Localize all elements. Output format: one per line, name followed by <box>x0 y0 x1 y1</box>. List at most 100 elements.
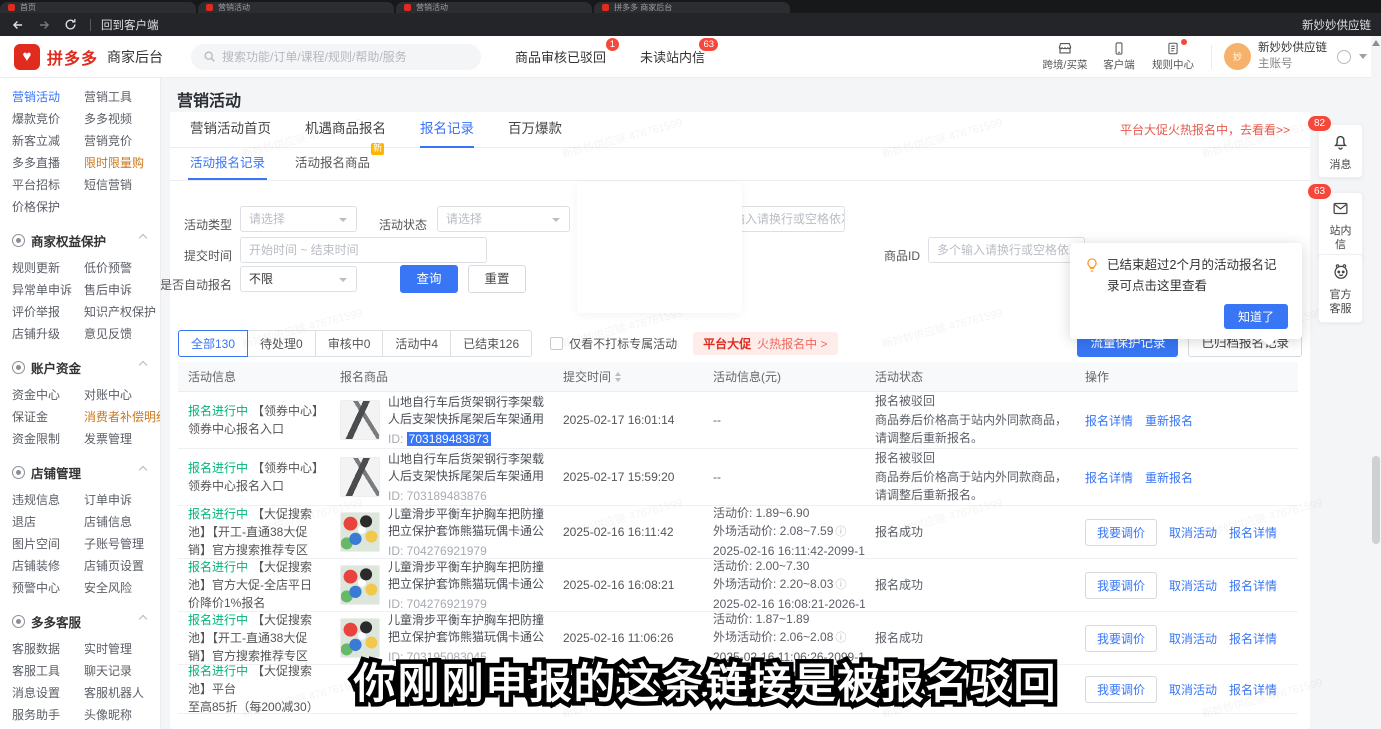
sidebar-item-异常单申诉[interactable]: 异常单申诉 <box>12 279 84 301</box>
product-thumbnail[interactable] <box>340 565 380 605</box>
info-icon[interactable]: ⓘ <box>835 579 846 591</box>
info-icon[interactable]: ⓘ <box>835 632 846 644</box>
activity-status-select[interactable]: 请选择 <box>437 206 570 232</box>
sidebar-item-营销工具[interactable]: 营销工具 <box>84 86 160 108</box>
chevron-up-icon[interactable] <box>139 234 147 242</box>
browser-tab[interactable]: 营销活动 <box>198 2 394 13</box>
sidebar-item-规则更新[interactable]: 规则更新 <box>12 257 84 279</box>
sidebar-item-安全风险[interactable]: 安全风险 <box>84 577 160 599</box>
sidebar-item-爆款竞价[interactable]: 爆款竞价 <box>12 108 84 130</box>
back-icon[interactable] <box>10 17 26 33</box>
product-thumbnail[interactable] <box>340 457 380 497</box>
sidebar-item-短信营销[interactable]: 短信营销 <box>84 174 160 196</box>
chevron-up-icon[interactable] <box>139 466 147 474</box>
browser-tab[interactable]: 首页 <box>0 2 196 13</box>
sidebar-item-多多视频[interactable]: 多多视频 <box>84 108 160 130</box>
sidebar-item-发票管理[interactable]: 发票管理 <box>84 428 160 450</box>
avatar[interactable]: 妙 <box>1224 43 1251 70</box>
sidebar-item-店铺页设置[interactable]: 店铺页设置 <box>84 555 160 577</box>
activity-type-select[interactable]: 请选择 <box>240 206 357 232</box>
action-重新报名[interactable]: 重新报名 <box>1145 414 1193 428</box>
back-to-client-link[interactable]: 回到客户端 <box>101 17 159 33</box>
chevron-down-icon[interactable] <box>1359 54 1367 59</box>
unread-mail-link[interactable]: 未读站内信 63 <box>640 47 705 66</box>
sidebar-section-商家权益保护[interactable]: 商家权益保护 <box>12 231 160 250</box>
checkbox-icon[interactable] <box>550 337 563 350</box>
tab-营销活动首页[interactable]: 营销活动首页 <box>190 112 271 148</box>
sidebar-item-新客立减[interactable]: 新客立减 <box>12 130 84 152</box>
page-scrollbar[interactable] <box>1371 36 1381 729</box>
status-tab-已结束126[interactable]: 已结束126 <box>450 330 532 357</box>
action-报名详情[interactable]: 报名详情 <box>1229 526 1277 540</box>
sidebar-item-子账号管理[interactable]: 子账号管理 <box>84 533 160 555</box>
product-name[interactable]: 山地自行车后货架钢行李架载人后支架快拆尾架后车架通用骑行装备 <box>388 394 545 430</box>
query-button[interactable]: 查询 <box>400 265 458 293</box>
browser-tab[interactable]: 营销活动 <box>396 2 592 13</box>
browser-profile-label[interactable]: 新妙妙供应链 <box>1302 17 1371 33</box>
submit-time-input[interactable]: 开始时间 ~ 结束时间 <box>240 237 487 263</box>
scrollbar-thumb[interactable] <box>1372 456 1380 544</box>
promo-pill[interactable]: 平台大促火热报名中 > <box>693 332 837 355</box>
float-官方客服[interactable]: 官方客服 <box>1318 254 1363 323</box>
chevron-up-icon[interactable] <box>139 361 147 369</box>
goods-id-input[interactable]: 多个输入请换行或空格依次输入 <box>928 237 1085 263</box>
sidebar-item-资金中心[interactable]: 资金中心 <box>12 384 84 406</box>
sidebar-item-多多直播[interactable]: 多多直播 <box>12 152 84 174</box>
reset-button[interactable]: 重置 <box>468 265 526 293</box>
sidebar-item-售后申诉[interactable]: 售后申诉 <box>84 279 160 301</box>
tab-百万爆款[interactable]: 百万爆款 <box>508 112 562 148</box>
quick-link-跨境/买菜[interactable]: 跨境/买菜 <box>1039 41 1091 72</box>
product-id-value[interactable]: 704276921979 <box>407 597 487 611</box>
sidebar-section-账户资金[interactable]: 账户资金 <box>12 358 160 377</box>
action-我要调价[interactable]: 我要调价 <box>1085 572 1157 599</box>
action-我要调价[interactable]: 我要调价 <box>1085 519 1157 546</box>
sidebar-item-消费者补偿明细[interactable]: 消费者补偿明细 <box>84 406 160 428</box>
status-tab-全部130[interactable]: 全部130 <box>178 330 248 357</box>
sidebar-item-营销竞价[interactable]: 营销竞价 <box>84 130 160 152</box>
product-id-value[interactable]: 704276921979 <box>407 544 487 558</box>
sidebar-item-知识产权保护[interactable]: 知识产权保护 <box>84 301 160 323</box>
product-id-value[interactable]: 703189483876 <box>407 489 487 503</box>
product-name[interactable]: 山地自行车后货架钢行李架载人后支架快拆尾架后车架通用骑行装备 <box>388 451 545 487</box>
tab-报名记录[interactable]: 报名记录 <box>420 112 474 148</box>
subtab-活动报名记录[interactable]: 活动报名记录 <box>190 152 265 180</box>
action-取消活动[interactable]: 取消活动 <box>1169 632 1217 646</box>
product-id-value[interactable]: 703189483873 <box>407 432 491 446</box>
subtab-活动报名商品[interactable]: 活动报名商品新 <box>295 152 370 180</box>
sort-icon[interactable] <box>615 372 621 382</box>
sidebar-item-店铺升级[interactable]: 店铺升级 <box>12 323 84 345</box>
sidebar-item-低价预警[interactable]: 低价预警 <box>84 257 160 279</box>
sidebar-item-退店[interactable]: 退店 <box>12 511 84 533</box>
sidebar-item-图片空间[interactable]: 图片空间 <box>12 533 84 555</box>
promo-link[interactable]: 平台大促火热报名中，去看看>> <box>1120 121 1290 138</box>
quick-link-规则中心[interactable]: 规则中心 <box>1147 41 1199 72</box>
status-tab-待处理0[interactable]: 待处理0 <box>247 330 316 357</box>
action-报名详情[interactable]: 报名详情 <box>1229 632 1277 646</box>
status-tab-活动中4[interactable]: 活动中4 <box>382 330 451 357</box>
product-thumbnail[interactable] <box>340 400 380 440</box>
action-重新报名[interactable]: 重新报名 <box>1145 471 1193 485</box>
float-站内信[interactable]: 63站内信 <box>1318 192 1363 259</box>
action-我要调价[interactable]: 我要调价 <box>1085 625 1157 652</box>
pinduoduo-logo-icon[interactable]: ♥ <box>14 44 40 70</box>
got-it-button[interactable]: 知道了 <box>1224 304 1288 329</box>
product-name[interactable]: 儿童滑步平衡车护胸车把防撞把立保护套饰熊猫玩偶卡通公仔把手装 <box>388 612 545 648</box>
sidebar-item-营销活动[interactable]: 营销活动 <box>12 86 84 108</box>
sidebar-item-店铺装修[interactable]: 店铺装修 <box>12 555 84 577</box>
sidebar-item-保证金[interactable]: 保证金 <box>12 406 84 428</box>
sidebar-item-意见反馈[interactable]: 意见反馈 <box>84 323 160 345</box>
sidebar-section-店铺管理[interactable]: 店铺管理 <box>12 463 160 482</box>
chevron-up-icon[interactable] <box>139 615 147 623</box>
product-thumbnail[interactable] <box>340 512 380 552</box>
sidebar-section-多多客服[interactable]: 多多客服 <box>12 612 160 631</box>
sidebar-item-资金限制[interactable]: 资金限制 <box>12 428 84 450</box>
info-icon[interactable]: ⓘ <box>835 526 846 538</box>
quick-link-客户端[interactable]: 客户端 <box>1093 41 1145 72</box>
status-tab-审核中0[interactable]: 审核中0 <box>315 330 384 357</box>
audit-rejected-link[interactable]: 商品审核已驳回 1 <box>515 47 606 66</box>
action-报名详情[interactable]: 报名详情 <box>1085 471 1133 485</box>
sidebar-item-评价举报[interactable]: 评价举报 <box>12 301 84 323</box>
action-取消活动[interactable]: 取消活动 <box>1169 526 1217 540</box>
product-name[interactable]: 儿童滑步平衡车护胸车把防撞把立保护套饰熊猫玩偶卡通公仔把手装 <box>388 559 545 595</box>
sidebar-item-店铺信息[interactable]: 店铺信息 <box>84 511 160 533</box>
